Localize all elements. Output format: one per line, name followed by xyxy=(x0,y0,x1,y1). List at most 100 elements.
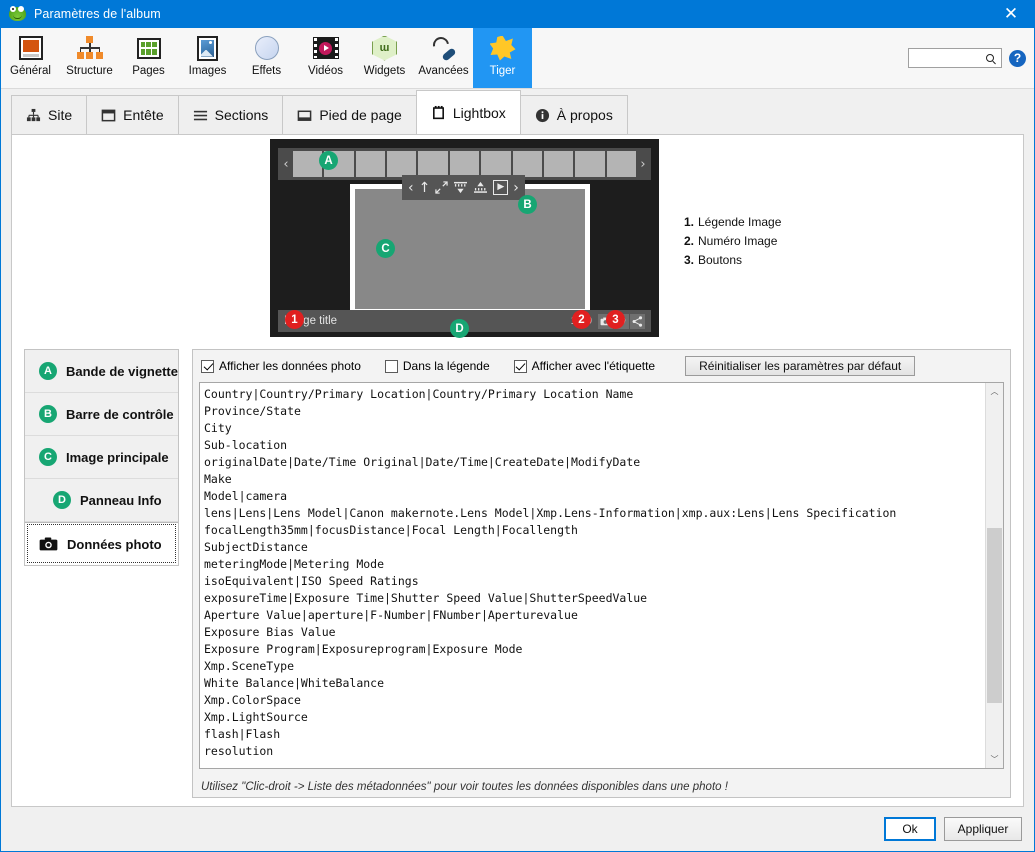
ribbon-item-general[interactable]: Général xyxy=(1,28,60,88)
ctrl-prev-icon[interactable]: ‹ xyxy=(408,181,414,195)
tab-lightbox[interactable]: Lightbox xyxy=(415,90,521,134)
checkbox-box[interactable] xyxy=(513,359,527,373)
checkbox-box[interactable] xyxy=(201,359,214,373)
sidebar-item-thumbnail-strip[interactable]: A Bande de vignette xyxy=(25,350,178,393)
scrollbar-thumb[interactable] xyxy=(987,528,1002,703)
pages-icon xyxy=(136,33,161,63)
legend-text: Numéro Image xyxy=(698,234,778,248)
sidebar-item-photo-data[interactable]: Données photo xyxy=(25,522,178,565)
sidebar-item-label: Image principale xyxy=(66,449,169,465)
marker-a: A xyxy=(319,151,338,170)
ribbon-label: Pages xyxy=(132,65,165,77)
thumbnail[interactable] xyxy=(418,151,448,177)
sidebar-item-info-panel[interactable]: D Panneau Info xyxy=(25,479,178,522)
sidebar-item-control-bar[interactable]: B Barre de contrôle xyxy=(25,393,178,436)
checkbox-show-photo-data[interactable]: Afficher les données photo xyxy=(201,359,361,373)
caption-bottom-icon[interactable] xyxy=(473,181,488,194)
legend-text: Légende Image xyxy=(698,215,782,229)
marker-b: B xyxy=(518,195,537,214)
advanced-icon xyxy=(429,33,457,63)
share-icon[interactable] xyxy=(630,313,645,329)
album-settings-window: Paramètres de l'album ✕ Général Structur… xyxy=(0,0,1035,852)
marker-3: 3 xyxy=(606,310,625,329)
lightbox-preview: ‹ › ‹ ↑ ▶ › Image title A B C D 1 2 3 xyxy=(259,139,659,339)
ribbon-item-advanced[interactable]: Avancées xyxy=(414,28,473,88)
ribbon-label: Tiger xyxy=(489,65,516,77)
ribbon-item-tiger[interactable]: Tiger xyxy=(473,28,532,88)
section-list: A Bande de vignette B Barre de contrôle … xyxy=(24,349,179,566)
search-input[interactable] xyxy=(912,51,986,65)
tab-about[interactable]: À propos xyxy=(519,95,628,134)
thumbnail[interactable] xyxy=(449,151,480,177)
thumbnail[interactable] xyxy=(575,151,605,177)
legend-item: 2. Numéro Image xyxy=(684,232,781,251)
thumbnail[interactable] xyxy=(387,151,417,177)
sidebar-item-label: Barre de contrôle xyxy=(66,406,174,422)
window-title: Paramètres de l'album xyxy=(34,7,161,21)
images-icon xyxy=(197,33,218,63)
apply-button[interactable]: Appliquer xyxy=(944,817,1022,841)
checkbox-show-with-label[interactable]: Afficher avec l'étiquette xyxy=(513,359,655,373)
metadata-text[interactable]: Country|Country/Primary Location|Country… xyxy=(200,383,985,768)
help-icon[interactable]: ? xyxy=(1009,49,1026,67)
tab-sections[interactable]: Sections xyxy=(177,95,284,134)
thumbnail[interactable] xyxy=(606,151,636,177)
tab-footer[interactable]: Pied de page xyxy=(282,95,417,134)
checkbox-label: Afficher les données photo xyxy=(219,359,361,373)
ribbon-item-widgets[interactable]: ɯ Widgets xyxy=(355,28,414,88)
ribbon-item-pages[interactable]: Pages xyxy=(119,28,178,88)
sub-tab-bar: Site Entête Sections Pied de page Lightb xyxy=(1,89,1034,134)
strip-next-icon[interactable]: › xyxy=(637,157,649,172)
caption-top-icon[interactable] xyxy=(453,181,468,194)
scroll-up-icon[interactable]: ︿ xyxy=(986,383,1003,400)
options-row: Afficher les données photo Dans la légen… xyxy=(193,352,1010,380)
thumbnail[interactable] xyxy=(355,151,386,177)
sidebar-item-label: Bande de vignette xyxy=(66,363,178,379)
ribbon-label: Général xyxy=(10,65,51,77)
lightbox-icon xyxy=(431,105,446,121)
checkbox-in-caption[interactable]: Dans la légende xyxy=(384,359,490,373)
ok-button[interactable]: Ok xyxy=(884,817,936,841)
thumbnail[interactable] xyxy=(543,151,574,177)
legend-text: Boutons xyxy=(698,253,743,267)
checkbox-box[interactable] xyxy=(384,359,398,373)
hint-text: Utilisez "Clic-droit -> Liste des métado… xyxy=(201,781,728,793)
search-box[interactable] xyxy=(908,48,1002,68)
dialog-footer: Ok Appliquer xyxy=(1,807,1034,851)
sidebar-item-label: Données photo xyxy=(67,536,162,552)
editor-scrollbar[interactable]: ︿ ﹀ xyxy=(985,383,1003,768)
sidebar-item-main-image[interactable]: C Image principale xyxy=(25,436,178,479)
footer-icon xyxy=(297,108,312,123)
thumbnail[interactable] xyxy=(512,151,542,177)
thumbnail[interactable] xyxy=(481,151,511,177)
legend-num: 3. xyxy=(684,253,695,267)
thumbnail[interactable] xyxy=(293,151,323,177)
tab-header[interactable]: Entête xyxy=(86,95,179,134)
frog-icon xyxy=(9,5,27,23)
ribbon-item-images[interactable]: Images xyxy=(178,28,237,88)
videos-icon xyxy=(312,33,339,63)
header-icon xyxy=(101,108,116,123)
ctrl-expand-icon[interactable] xyxy=(435,181,449,194)
ribbon-label: Vidéos xyxy=(308,65,343,77)
ribbon-item-structure[interactable]: Structure xyxy=(60,28,119,88)
checkbox-label: Dans la légende xyxy=(402,359,490,373)
ribbon-item-effects[interactable]: Effets xyxy=(237,28,296,88)
title-bar: Paramètres de l'album ✕ xyxy=(1,0,1034,28)
tab-label: Entête xyxy=(123,107,164,123)
ctrl-next-icon[interactable]: › xyxy=(513,181,519,195)
strip-prev-icon[interactable]: ‹ xyxy=(280,157,292,172)
scroll-down-icon[interactable]: ﹀ xyxy=(986,751,1003,768)
ctrl-up-icon[interactable]: ↑ xyxy=(419,181,431,195)
legend-num: 2. xyxy=(684,234,695,248)
marker-1: 1 xyxy=(285,310,304,329)
reset-defaults-button[interactable]: Réinitialiser les paramètres par défaut xyxy=(685,356,916,376)
metadata-editor[interactable]: Country|Country/Primary Location|Country… xyxy=(199,382,1004,769)
search-icon[interactable] xyxy=(986,54,998,65)
tab-site[interactable]: Site xyxy=(11,95,88,134)
camera-icon xyxy=(39,537,58,551)
close-icon[interactable]: ✕ xyxy=(988,0,1034,28)
play-icon[interactable]: ▶ xyxy=(493,180,509,195)
ribbon-item-videos[interactable]: Vidéos xyxy=(296,28,355,88)
ribbon-label: Avancées xyxy=(418,65,469,77)
